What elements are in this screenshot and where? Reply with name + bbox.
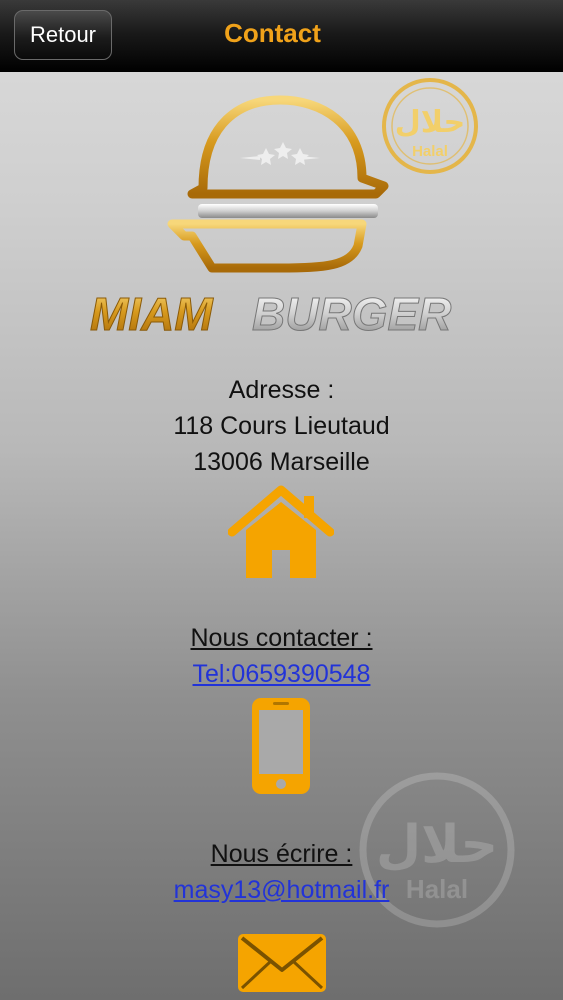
navigation-bar: Retour Contact	[0, 0, 563, 72]
home-icon[interactable]	[228, 484, 334, 580]
address-label: Adresse :	[228, 376, 335, 404]
svg-text:MIAM: MIAM	[90, 288, 214, 340]
email-block: Nous écrire : masy13@hotmail.fr	[0, 836, 563, 908]
contact-block: Nous contacter : Tel:0659390548	[0, 620, 563, 692]
contact-heading: Nous contacter :	[190, 624, 373, 652]
svg-text:Halal: Halal	[412, 143, 448, 160]
svg-text:حلال: حلال	[395, 105, 465, 140]
page-title: Contact	[224, 18, 321, 48]
email-heading: Nous écrire :	[210, 840, 353, 868]
phone-link[interactable]: Tel:0659390548	[193, 660, 371, 688]
address-city: 13006 Marseille	[193, 448, 370, 476]
halal-badge: حلال Halal	[382, 78, 478, 174]
envelope-icon[interactable]	[236, 932, 328, 994]
svg-text:BURGER: BURGER	[252, 288, 451, 340]
address-street: 118 Cours Lieutaud	[173, 412, 390, 440]
address-block: Adresse : 118 Cours Lieutaud 13006 Marse…	[0, 372, 563, 480]
email-link[interactable]: masy13@hotmail.fr	[174, 876, 390, 904]
smartphone-icon[interactable]	[250, 696, 312, 796]
